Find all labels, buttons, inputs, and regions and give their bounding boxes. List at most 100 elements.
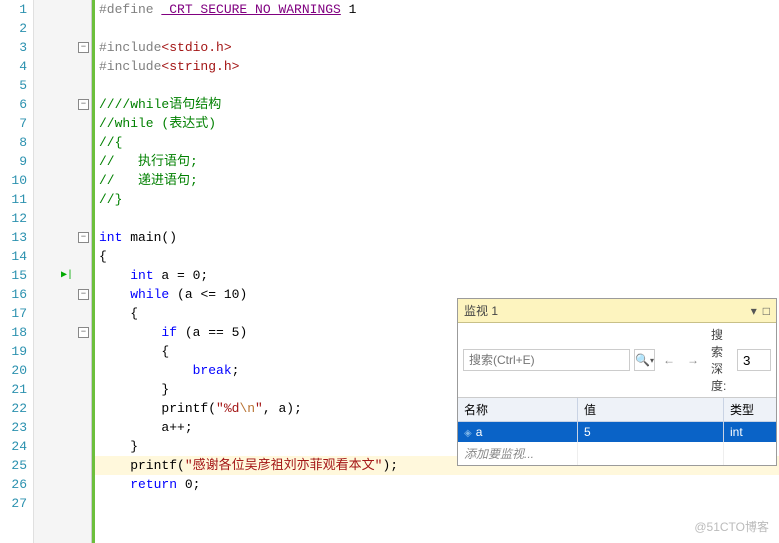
code-line[interactable]: int main() (95, 228, 779, 247)
margin-cell (34, 209, 91, 228)
line-number: 25 (0, 456, 27, 475)
margin-cell (34, 380, 91, 399)
fold-toggle-icon[interactable]: − (78, 99, 89, 110)
code-line[interactable]: //while (表达式) (95, 114, 779, 133)
line-number: 14 (0, 247, 27, 266)
margin-cell (34, 247, 91, 266)
margin-cell: − (34, 38, 91, 57)
search-input[interactable] (463, 349, 630, 371)
watch-title-text: 监视 1 (464, 302, 498, 319)
line-number: 5 (0, 76, 27, 95)
code-line[interactable]: #include<stdio.h> (95, 38, 779, 57)
margin-cell (34, 361, 91, 380)
watch-add-row[interactable]: 添加要监视... (458, 442, 776, 465)
line-number: 22 (0, 399, 27, 418)
line-number: 1 (0, 0, 27, 19)
code-line[interactable]: #include<string.h> (95, 57, 779, 76)
margin-cell (34, 76, 91, 95)
line-number: 13 (0, 228, 27, 247)
depth-label: 搜索深度: (711, 326, 733, 394)
margin-cell: − (34, 95, 91, 114)
line-number: 23 (0, 418, 27, 437)
run-to-cursor-icon[interactable]: ▶| (61, 269, 73, 281)
code-line[interactable]: // 执行语句; (95, 152, 779, 171)
fold-toggle-icon[interactable]: − (78, 289, 89, 300)
line-number: 7 (0, 114, 27, 133)
margin-cell (34, 171, 91, 190)
code-line[interactable]: ////while语句结构 (95, 95, 779, 114)
watch-panel: 监视 1 ▾ □ 🔍▾ ← → 搜索深度: 名称 值 类型 ◈ a 5 int 添… (457, 298, 777, 466)
margin-cell (34, 475, 91, 494)
fold-margin: −−−▶|−−➪ (34, 0, 92, 543)
next-icon[interactable]: → (683, 353, 703, 367)
code-line[interactable]: { (95, 247, 779, 266)
watch-titlebar[interactable]: 监视 1 ▾ □ (458, 299, 776, 323)
line-number: 4 (0, 57, 27, 76)
line-number: 10 (0, 171, 27, 190)
watch-columns: 名称 值 类型 (458, 398, 776, 422)
line-number: 11 (0, 190, 27, 209)
margin-cell (34, 133, 91, 152)
line-number: 6 (0, 95, 27, 114)
search-icon[interactable]: 🔍▾ (634, 349, 655, 371)
margin-cell: − (34, 285, 91, 304)
depth-input[interactable] (737, 349, 771, 371)
margin-cell: − (34, 228, 91, 247)
margin-cell (34, 114, 91, 133)
code-line[interactable] (95, 76, 779, 95)
fold-toggle-icon[interactable]: − (78, 42, 89, 53)
line-number: 24 (0, 437, 27, 456)
fold-toggle-icon[interactable]: − (78, 232, 89, 243)
code-line[interactable]: // 递进语句; (95, 171, 779, 190)
col-header-type[interactable]: 类型 (724, 398, 776, 421)
prev-icon[interactable]: ← (659, 353, 679, 367)
margin-cell: ▶| (34, 266, 91, 285)
line-number: 15 (0, 266, 27, 285)
margin-cell (34, 494, 91, 513)
margin-cell (34, 399, 91, 418)
code-line[interactable]: return 0; (95, 475, 779, 494)
variable-icon: ◈ (464, 428, 472, 439)
line-number: 3 (0, 38, 27, 57)
close-icon[interactable]: □ (763, 304, 770, 318)
line-number: 9 (0, 152, 27, 171)
margin-cell: − (34, 323, 91, 342)
code-line[interactable]: #define _CRT_SECURE_NO_WARNINGS 1 (95, 0, 779, 19)
line-number: 17 (0, 304, 27, 323)
line-number-gutter: 1234567891011121314151617181920212223242… (0, 0, 34, 543)
line-number: 12 (0, 209, 27, 228)
code-line[interactable] (95, 494, 779, 513)
watch-search-bar: 🔍▾ ← → 搜索深度: (458, 323, 776, 398)
margin-cell (34, 152, 91, 171)
line-number: 20 (0, 361, 27, 380)
watch-row-selected[interactable]: ◈ a 5 int (458, 422, 776, 442)
margin-cell (34, 0, 91, 19)
margin-cell (34, 190, 91, 209)
line-number: 27 (0, 494, 27, 513)
margin-cell (34, 418, 91, 437)
line-number: 26 (0, 475, 27, 494)
line-number: 2 (0, 19, 27, 38)
margin-cell (34, 19, 91, 38)
line-number: 19 (0, 342, 27, 361)
var-type: int (724, 422, 776, 442)
var-value: 5 (578, 422, 724, 442)
code-line[interactable]: //} (95, 190, 779, 209)
col-header-name[interactable]: 名称 (458, 398, 578, 421)
var-name: a (476, 425, 483, 439)
code-line[interactable] (95, 209, 779, 228)
line-number: 18 (0, 323, 27, 342)
fold-toggle-icon[interactable]: − (78, 327, 89, 338)
margin-cell (34, 57, 91, 76)
code-line[interactable] (95, 19, 779, 38)
line-number: 21 (0, 380, 27, 399)
dropdown-icon[interactable]: ▾ (751, 304, 757, 318)
code-line[interactable]: //{ (95, 133, 779, 152)
code-line[interactable]: int a = 0; (95, 266, 779, 285)
margin-cell (34, 304, 91, 323)
col-header-value[interactable]: 值 (578, 398, 724, 421)
margin-cell: ➪ (34, 456, 91, 475)
line-number: 16 (0, 285, 27, 304)
margin-cell (34, 342, 91, 361)
margin-cell (34, 437, 91, 456)
